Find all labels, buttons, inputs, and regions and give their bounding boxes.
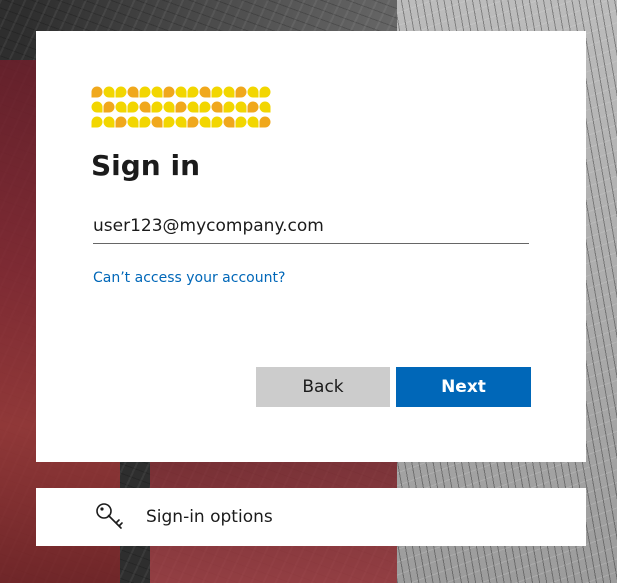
- logo-petal: [259, 86, 271, 98]
- logo-petal: [211, 116, 223, 128]
- logo-petal: [115, 116, 127, 128]
- logo-petal: [247, 101, 259, 113]
- logo-petal: [223, 101, 235, 113]
- logo-petal: [259, 116, 271, 128]
- key-icon: [96, 503, 123, 529]
- logo-petal: [151, 86, 163, 98]
- logo-petal: [91, 86, 103, 98]
- logo-petal: [139, 116, 151, 128]
- logo-petal: [247, 86, 259, 98]
- logo-petal: [211, 86, 223, 98]
- logo-petal: [163, 86, 175, 98]
- logo-petal: [91, 101, 103, 113]
- logo-petal: [139, 101, 151, 113]
- logo-petal: [139, 86, 151, 98]
- logo-petal: [163, 101, 175, 113]
- logo-petal: [175, 101, 187, 113]
- next-button[interactable]: Next: [396, 367, 531, 407]
- page-title: Sign in: [91, 149, 201, 182]
- logo-petal: [259, 101, 271, 113]
- logo-petal: [151, 116, 163, 128]
- back-button[interactable]: Back: [256, 367, 390, 407]
- logo-petal: [127, 101, 139, 113]
- logo-petal: [199, 101, 211, 113]
- logo-petal: [175, 116, 187, 128]
- logo-petal: [127, 116, 139, 128]
- logo-petal: [103, 101, 115, 113]
- logo-petal: [187, 101, 199, 113]
- email-field[interactable]: [93, 209, 529, 244]
- logo-petal: [187, 86, 199, 98]
- logo-petal: [199, 116, 211, 128]
- sign-in-options-label: Sign-in options: [146, 507, 273, 527]
- logo-petal: [187, 116, 199, 128]
- logo-petal: [211, 101, 223, 113]
- logo-petal: [115, 101, 127, 113]
- sign-in-options-button[interactable]: Sign-in options: [36, 488, 586, 546]
- logo-petal: [91, 116, 103, 128]
- logo-petal: [103, 86, 115, 98]
- logo-petal: [163, 116, 175, 128]
- logo-petal: [199, 86, 211, 98]
- logo-petal: [247, 116, 259, 128]
- logo-petal: [235, 116, 247, 128]
- logo-petal: [235, 101, 247, 113]
- sign-in-card: Sign in Can’t access your account? Back …: [36, 31, 586, 462]
- logo-petal: [151, 101, 163, 113]
- logo-petal: [223, 86, 235, 98]
- logo-petal: [115, 86, 127, 98]
- logo-petal: [235, 86, 247, 98]
- logo-petal: [127, 86, 139, 98]
- company-logo: [91, 86, 271, 128]
- logo-petal: [175, 86, 187, 98]
- logo-petal: [223, 116, 235, 128]
- logo-petal: [103, 116, 115, 128]
- cant-access-account-link[interactable]: Can’t access your account?: [93, 270, 285, 286]
